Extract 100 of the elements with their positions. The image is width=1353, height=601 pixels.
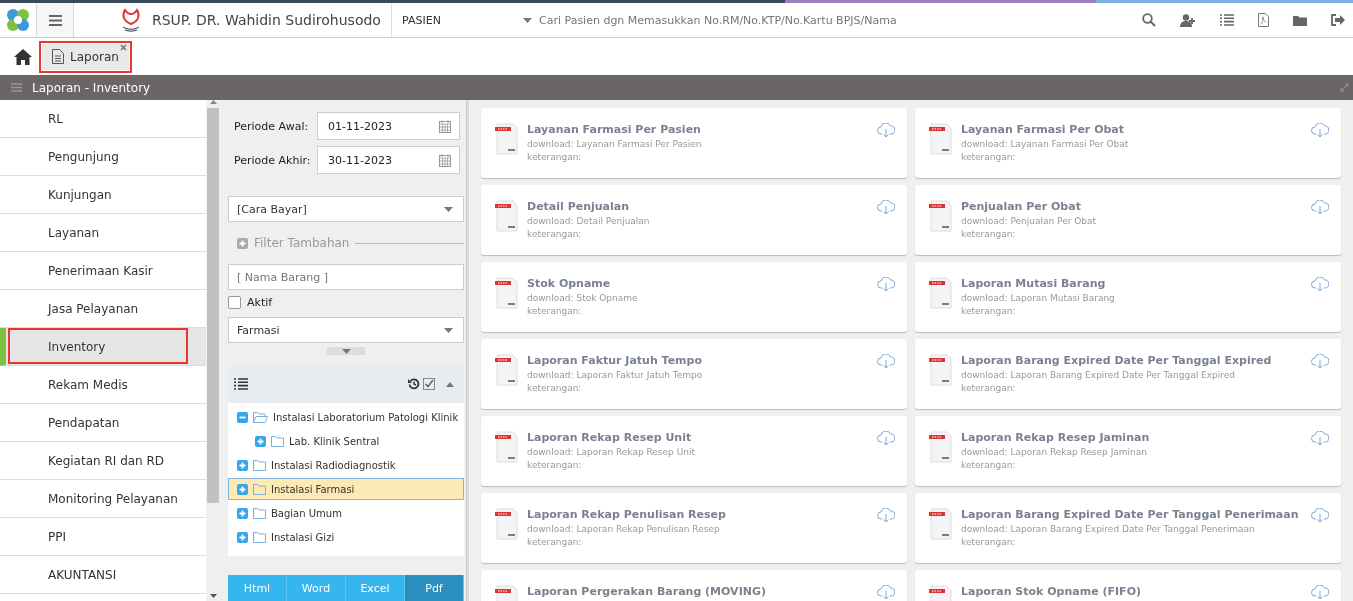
report-document-icon <box>495 123 519 155</box>
note-label: keterangan: <box>527 229 583 239</box>
report-card[interactable]: Laporan Barang Expired Date Per Tanggal Penerimaan download: Laporan Barang Expired Date Per Tanggal Penerimaan keterangan: <box>915 493 1341 563</box>
scrollbar-thumb[interactable] <box>207 108 219 503</box>
report-card[interactable]: Laporan Stok Opname (FIFO) <box>915 570 1341 601</box>
cloud-download-icon[interactable] <box>877 277 895 292</box>
note-label: keterangan: <box>961 152 1017 162</box>
sidebar-item[interactable]: Inventory <box>0 328 206 366</box>
tree-item[interactable]: Bagian Umum <box>228 502 464 524</box>
cloud-download-icon[interactable] <box>1311 508 1329 523</box>
note-label: keterangan: <box>961 460 1017 470</box>
report-document-icon <box>929 200 953 232</box>
download-label: download: Laporan Rekap Resep Unit <box>527 447 696 457</box>
report-title: Detail Penjualan <box>527 200 631 213</box>
download-label: download: Stok Opname <box>527 293 639 303</box>
cloud-download-icon[interactable] <box>877 508 895 523</box>
cloud-download-icon[interactable] <box>877 200 895 215</box>
expand-icon[interactable] <box>237 531 248 543</box>
category-dropdown[interactable]: Farmasi <box>228 317 464 343</box>
search-icon[interactable] <box>1142 13 1156 27</box>
folder-icon[interactable] <box>1293 14 1307 26</box>
scroll-down-icon[interactable] <box>209 594 217 598</box>
download-label: download: Laporan Rekap Penulisan Resep <box>527 524 721 534</box>
note-label: keterangan: <box>961 306 1017 316</box>
report-card[interactable]: Penjualan Per Obat download: Penjualan Per Obat keterangan: <box>915 185 1341 255</box>
report-card[interactable]: Laporan Barang Expired Date Per Tanggal Expired download: Laporan Barang Expired Date Per Tanggal Expired keterangan: <box>915 339 1341 409</box>
checkbox-label: Aktif <box>247 296 273 309</box>
report-card[interactable]: Laporan Mutasi Barang download: Laporan Mutasi Barang keterangan: <box>915 262 1341 332</box>
collapse-icon[interactable] <box>237 411 248 423</box>
calendar-icon[interactable] <box>439 153 451 167</box>
payment-dropdown[interactable]: [Cara Bayar] <box>228 196 464 222</box>
list-icon[interactable] <box>1220 14 1234 26</box>
expand-icon[interactable] <box>1340 83 1349 92</box>
report-document-icon <box>929 508 953 540</box>
cloud-download-icon[interactable] <box>1311 277 1329 292</box>
laporan-tab[interactable]: Laporan <box>42 43 129 70</box>
report-document-icon <box>495 431 519 463</box>
periode-akhir-label: Periode Akhir: <box>234 153 312 167</box>
report-title: Laporan Stok Opname (FIFO) <box>961 585 1142 598</box>
close-icon[interactable] <box>119 43 127 51</box>
item-name-field[interactable]: [ Nama Barang ] <box>228 264 464 290</box>
plus-icon[interactable] <box>237 237 248 249</box>
report-card[interactable]: Laporan Rekap Resep Jaminan download: Laporan Rekap Resep Jaminan keterangan: <box>915 416 1341 486</box>
history-icon[interactable] <box>408 378 420 390</box>
menu-icon[interactable] <box>48 14 62 26</box>
cloud-download-icon[interactable] <box>1311 585 1329 600</box>
report-card[interactable]: Stok Opname download: Stok Opname keterangan: <box>481 262 907 332</box>
download-label: download: Laporan Barang Expired Date Per Tanggal Expired <box>961 370 1237 380</box>
report-card[interactable]: Laporan Faktur Jatuh Tempo download: Laporan Faktur Jatuh Tempo keterangan: <box>481 339 907 409</box>
report-card[interactable]: Laporan Pergerakan Barang (MOVING) <box>481 570 907 601</box>
download-label: download: Laporan Rekap Resep Jaminan <box>961 447 1149 457</box>
hospital-logo-icon <box>120 8 142 32</box>
expand-icon[interactable] <box>255 435 266 447</box>
expand-icon[interactable] <box>237 507 248 519</box>
report-document-icon <box>495 277 519 309</box>
report-card[interactable]: Laporan Rekap Resep Unit download: Laporan Rekap Resep Unit keterangan: <box>481 416 907 486</box>
category-dropdown[interactable]: PASIEN <box>392 13 532 27</box>
report-card[interactable]: Layanan Farmasi Per Pasien download: Layanan Farmasi Per Pasien keterangan: <box>481 108 907 178</box>
cloud-download-icon[interactable] <box>1311 354 1329 369</box>
app-logo-icon[interactable] <box>5 7 31 33</box>
pdf-file-icon[interactable] <box>1258 13 1269 27</box>
cloud-download-icon[interactable] <box>877 585 895 600</box>
report-title: Stok Opname <box>527 277 612 290</box>
download-label: download: Penjualan Per Obat <box>961 216 1098 226</box>
cloud-download-icon[interactable] <box>877 431 895 446</box>
tree-item[interactable]: Instalasi Farmasi <box>228 478 464 500</box>
checkbox[interactable] <box>228 296 241 309</box>
sign-out-icon[interactable] <box>1331 14 1345 26</box>
add-user-icon[interactable] <box>1180 13 1196 27</box>
calendar-icon[interactable] <box>439 119 451 133</box>
date-field[interactable]: 30-11-2023 <box>317 146 460 174</box>
tree-item[interactable]: Instalasi Radiodiagnostik <box>228 454 464 476</box>
report-document-icon <box>929 123 953 155</box>
tree-item[interactable]: Lab. Klinik Sentral <box>228 430 464 452</box>
collapse-icon[interactable] <box>446 381 454 387</box>
open-folder-icon <box>253 411 268 423</box>
note-label: keterangan: <box>961 229 1017 239</box>
note-label: keterangan: <box>527 152 583 162</box>
report-card[interactable]: Laporan Rekap Penulisan Resep download: Laporan Rekap Penulisan Resep keterangan: <box>481 493 907 563</box>
download-label: download: Laporan Mutasi Barang <box>961 293 1116 303</box>
cloud-download-icon[interactable] <box>1311 200 1329 215</box>
home-icon[interactable] <box>14 48 32 65</box>
tree-item[interactable]: Instalasi Gizi <box>228 526 464 548</box>
expand-icon[interactable] <box>237 459 248 471</box>
collapse-toggle[interactable] <box>327 347 365 355</box>
tree-item[interactable]: Instalasi Laboratorium Patologi Klinik <box>228 406 464 428</box>
report-title: Laporan Pergerakan Barang (MOVING) <box>527 585 767 598</box>
report-card[interactable]: Detail Penjualan download: Detail Penjualan keterangan: <box>481 185 907 255</box>
date-field[interactable]: 01-11-2023 <box>317 112 460 140</box>
report-card[interactable]: Layanan Farmasi Per Obat download: Layanan Farmasi Per Obat keterangan: <box>915 108 1341 178</box>
cloud-download-icon[interactable] <box>1311 431 1329 446</box>
cloud-download-icon[interactable] <box>1311 123 1329 138</box>
expand-icon[interactable] <box>237 483 248 495</box>
checkbox-checked-icon[interactable] <box>423 378 435 390</box>
report-document-icon <box>495 354 519 386</box>
export-button[interactable]: Pdf <box>405 575 464 601</box>
report-document-icon <box>495 200 519 232</box>
cloud-download-icon[interactable] <box>877 354 895 369</box>
tree-list-icon[interactable] <box>234 378 248 390</box>
cloud-download-icon[interactable] <box>877 123 895 138</box>
